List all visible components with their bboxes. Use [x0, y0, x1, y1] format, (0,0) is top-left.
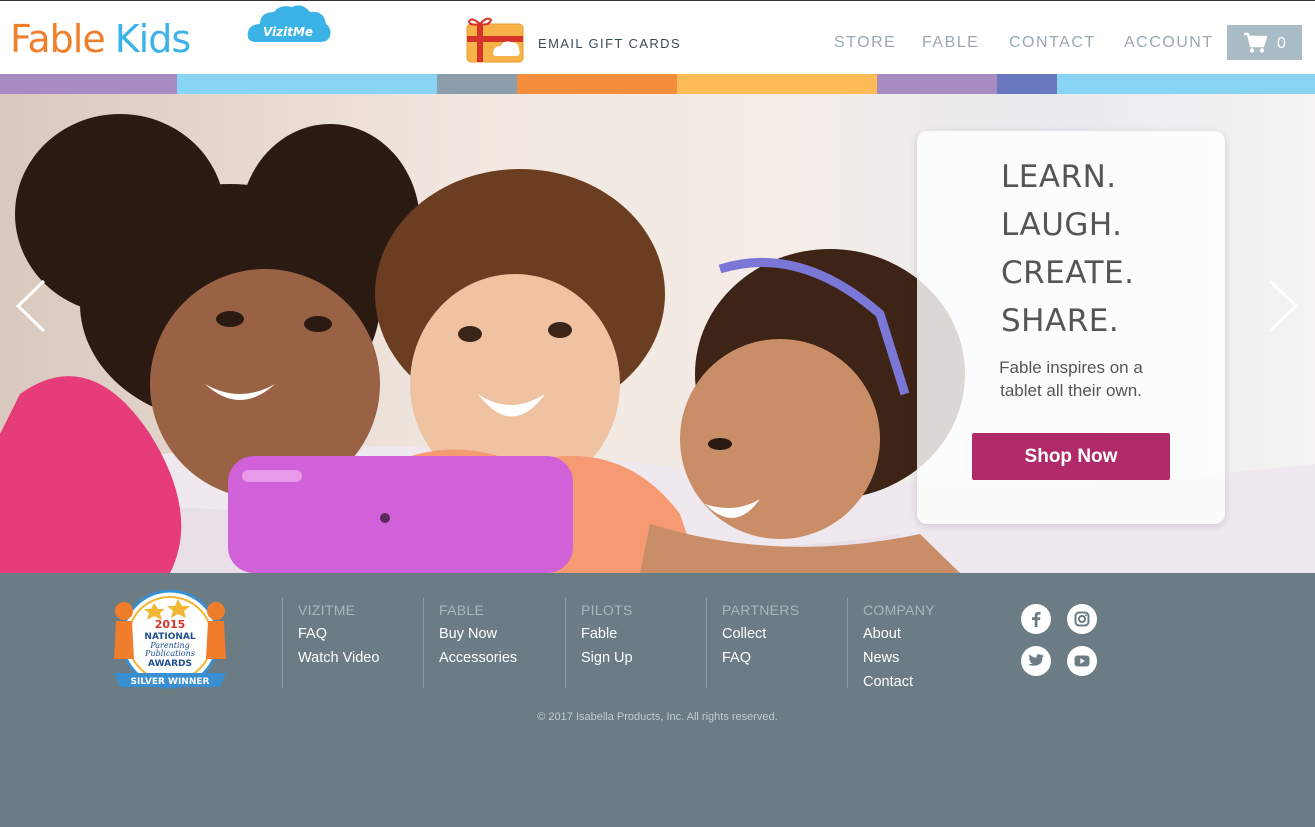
site-header: Fable Kids VizitMe EMAIL GIFT CARDS STOR… [0, 0, 1315, 74]
cart-button[interactable]: 0 [1227, 25, 1302, 60]
footer-link-contact[interactable]: Contact [863, 670, 987, 694]
footer-col-partners: PARTNERS Collect FAQ [706, 598, 846, 688]
footer-col-fable: FABLE Buy Now Accessories [423, 598, 563, 688]
footer-link-fable[interactable]: Fable [581, 622, 705, 646]
stripe-segment [1057, 74, 1315, 94]
stripe-segment [997, 74, 1057, 94]
twitter-icon[interactable] [1021, 646, 1051, 676]
footer-col-vizitme: VIZITME FAQ Watch Video [282, 598, 422, 688]
stripe-segment [0, 74, 177, 94]
hero-tagline: LEARN. LAUGH. CREATE. SHARE. [1001, 153, 1134, 345]
silver-winner-award-badge: 2015 NATIONAL Parenting Publications AWA… [114, 589, 226, 689]
nav-store[interactable]: STORE [834, 34, 896, 52]
vizitme-badge-text: VizitMe [263, 25, 313, 39]
footer-heading: COMPANY [863, 602, 935, 618]
footer-link-buy-now[interactable]: Buy Now [439, 622, 563, 646]
email-gift-cards-link[interactable]: EMAIL GIFT CARDS [538, 36, 681, 51]
award-line3: Publications [144, 649, 195, 658]
award-line4: AWARDS [148, 659, 192, 669]
footer-heading: VIZITME [298, 602, 356, 618]
cart-count: 0 [1277, 35, 1286, 52]
footer-heading: FABLE [439, 602, 485, 618]
youtube-icon[interactable] [1067, 646, 1097, 676]
youtube-glyph-icon [1074, 655, 1090, 667]
footer-link-faq[interactable]: FAQ [298, 622, 422, 646]
carousel-prev-arrow-icon[interactable] [12, 277, 48, 335]
footer-col-company: COMPANY About News Contact [847, 598, 987, 690]
stripe-segment [177, 74, 437, 94]
footer-link-accessories[interactable]: Accessories [439, 646, 563, 670]
carousel-next-arrow-icon[interactable] [1266, 277, 1302, 335]
tagline-line: LEARN. [1001, 159, 1117, 195]
tagline-line: SHARE. [1001, 303, 1120, 339]
site-footer: 2015 NATIONAL Parenting Publications AWA… [0, 573, 1315, 827]
award-year: 2015 [155, 618, 186, 631]
copyright-text: © 2017 Isabella Products, Inc. All right… [537, 711, 778, 723]
gift-card-icon[interactable] [463, 16, 525, 64]
facebook-icon[interactable] [1021, 604, 1051, 634]
stripe-segment [437, 74, 517, 94]
instagram-glyph-icon [1074, 611, 1090, 627]
stripe-segment [877, 74, 997, 94]
footer-heading: PARTNERS [722, 602, 800, 618]
footer-link-about[interactable]: About [863, 622, 987, 646]
stripe-segment [517, 74, 677, 94]
fable-kids-logo[interactable]: Fable Kids [10, 17, 191, 61]
instagram-icon[interactable] [1067, 604, 1097, 634]
footer-link-sign-up[interactable]: Sign Up [581, 646, 705, 670]
logo-kids-text: Kids [114, 17, 191, 61]
footer-link-collect[interactable]: Collect [722, 622, 846, 646]
twitter-glyph-icon [1028, 654, 1044, 666]
nav-fable[interactable]: FABLE [922, 34, 979, 52]
hero-promo-card: LEARN. LAUGH. CREATE. SHARE. Fable inspi… [917, 131, 1225, 524]
hero-description-text: Fable inspires on a tablet all their own… [999, 358, 1143, 400]
cart-icon [1244, 32, 1268, 53]
vizitme-cloud-logo[interactable]: VizitMe [246, 4, 332, 44]
footer-link-watch-video[interactable]: Watch Video [298, 646, 422, 670]
color-stripe [0, 74, 1315, 94]
footer-col-pilots: PILOTS Fable Sign Up [565, 598, 705, 688]
tagline-line: LAUGH. [1001, 207, 1123, 243]
footer-heading: PILOTS [581, 602, 633, 618]
stripe-segment [677, 74, 877, 94]
footer-link-news[interactable]: News [863, 646, 987, 670]
nav-contact[interactable]: CONTACT [1009, 34, 1096, 52]
shop-now-button[interactable]: Shop Now [972, 433, 1170, 480]
nav-account[interactable]: ACCOUNT [1124, 34, 1214, 52]
hero-description: Fable inspires on a tablet all their own… [917, 356, 1225, 402]
footer-link-partners-faq[interactable]: FAQ [722, 646, 846, 670]
tagline-line: CREATE. [1001, 255, 1135, 291]
award-ribbon-text: SILVER WINNER [131, 677, 210, 687]
facebook-glyph-icon [1032, 612, 1041, 627]
logo-fable-text: Fable [10, 17, 106, 61]
